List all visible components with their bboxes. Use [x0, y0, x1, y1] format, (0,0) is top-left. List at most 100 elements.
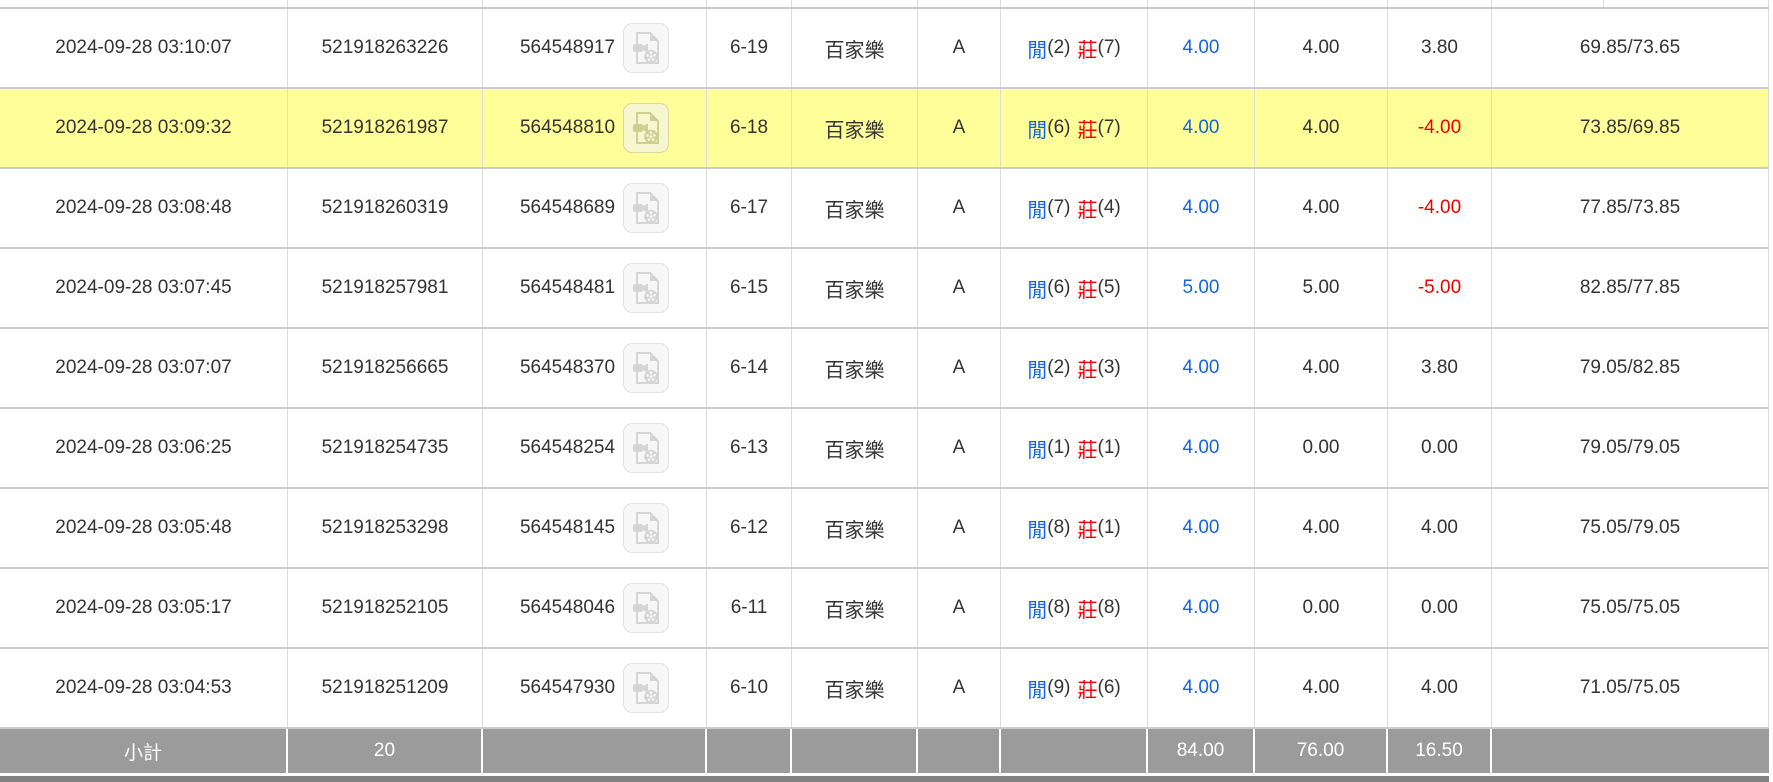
banker-score: (1)	[1097, 517, 1121, 538]
round-id: 564548689	[519, 197, 616, 218]
partial-cell-divider	[1603, 0, 1604, 7]
bet-time-cell: 2024-09-28 03:04:53	[0, 649, 288, 727]
bet-id-cell: 521918251209	[288, 649, 483, 727]
balance-cell: 77.85/73.85	[1492, 169, 1769, 247]
shoe-round-cell: 6-13	[707, 409, 792, 487]
round-id: 564548046	[519, 597, 616, 618]
result-cell: 閒 (2) 莊 (7)	[1001, 9, 1148, 87]
table-row[interactable]: 2024-09-28 03:08:48 521918260319 5645486…	[0, 169, 1769, 249]
win-loss-cell: -5.00	[1388, 249, 1492, 327]
result-cell: 閒 (1) 莊 (1)	[1001, 409, 1148, 487]
video-replay-button[interactable]	[623, 423, 670, 473]
valid-bet-cell: 0.00	[1255, 569, 1388, 647]
win-loss-cell: 3.80	[1388, 329, 1492, 407]
round-id-cell: 564548254	[483, 409, 707, 487]
round-id: 564548810	[519, 117, 616, 138]
round-id-cell: 564548810	[483, 89, 707, 167]
bet-id-cell: 521918260319	[288, 169, 483, 247]
player-result-label: 閒	[1027, 599, 1048, 622]
bet-amount-cell: 4.00	[1148, 169, 1255, 247]
video-record-icon	[633, 112, 660, 144]
result-cell: 閒 (6) 莊 (5)	[1001, 249, 1148, 327]
valid-bet-cell: 4.00	[1255, 89, 1388, 167]
game-type-cell: 百家樂	[792, 9, 918, 87]
video-replay-button[interactable]	[623, 583, 670, 633]
win-loss-cell: 4.00	[1388, 489, 1492, 567]
table-row[interactable]: 2024-09-28 03:04:53 521918251209 5645479…	[0, 649, 1769, 729]
player-score: (2)	[1047, 37, 1071, 58]
subtotal-bet-amount: 84.00	[1148, 729, 1255, 773]
video-replay-button[interactable]	[623, 263, 670, 313]
subtotal-label: 小計	[0, 729, 288, 773]
table-row[interactable]: 2024-09-28 03:09:32 521918261987 5645488…	[0, 89, 1769, 169]
valid-bet-cell: 0.00	[1255, 409, 1388, 487]
player-result-label: 閒	[1027, 199, 1048, 222]
table-name-cell: A	[918, 649, 1001, 727]
balance-cell: 73.85/69.85	[1492, 89, 1769, 167]
partial-cell	[1388, 0, 1492, 7]
win-loss-cell: 0.00	[1388, 569, 1492, 647]
video-replay-button[interactable]	[623, 343, 670, 393]
game-type-cell: 百家樂	[792, 169, 918, 247]
video-replay-button[interactable]	[623, 23, 670, 73]
subtotal-empty-cell	[483, 729, 707, 773]
game-type-cell: 百家樂	[792, 249, 918, 327]
table-name-cell: A	[918, 169, 1001, 247]
round-id: 564548254	[519, 437, 616, 458]
partial-cell	[792, 0, 918, 7]
partial-cell	[1492, 0, 1769, 7]
banker-score: (3)	[1097, 357, 1121, 378]
round-id-cell: 564548370	[483, 329, 707, 407]
partial-cell	[1001, 0, 1148, 7]
banker-result-label: 莊	[1077, 199, 1098, 222]
shoe-round-cell: 6-15	[707, 249, 792, 327]
balance-cell: 75.05/75.05	[1492, 569, 1769, 647]
video-record-icon	[633, 512, 660, 544]
bet-id-cell: 521918254735	[288, 409, 483, 487]
result-cell: 閒 (6) 莊 (7)	[1001, 89, 1148, 167]
table-row[interactable]: 2024-09-28 03:05:17 521918252105 5645480…	[0, 569, 1769, 649]
subtotal-empty-cell	[1492, 729, 1769, 773]
result-cell: 閒 (7) 莊 (4)	[1001, 169, 1148, 247]
table-row[interactable]: 2024-09-28 03:07:07 521918256665 5645483…	[0, 329, 1769, 409]
win-loss-cell: 0.00	[1388, 409, 1492, 487]
video-record-icon	[633, 352, 660, 384]
video-record-icon	[633, 272, 660, 304]
banker-result-label: 莊	[1077, 519, 1098, 542]
balance-cell: 82.85/77.85	[1492, 249, 1769, 327]
banker-result-label: 莊	[1077, 439, 1098, 462]
player-score: (7)	[1047, 197, 1071, 218]
video-replay-button[interactable]	[623, 183, 670, 233]
bet-amount-cell: 4.00	[1148, 329, 1255, 407]
partial-cell	[483, 0, 707, 7]
banker-result-label: 莊	[1077, 279, 1098, 302]
balance-cell: 75.05/79.05	[1492, 489, 1769, 567]
video-record-icon	[633, 32, 660, 64]
player-score: (6)	[1047, 277, 1071, 298]
banker-score: (1)	[1097, 437, 1121, 458]
video-replay-button[interactable]	[623, 503, 670, 553]
round-id: 564548370	[519, 357, 616, 378]
table-row[interactable]: 2024-09-28 03:06:25 521918254735 5645482…	[0, 409, 1769, 489]
table-row[interactable]: 2024-09-28 03:05:48 521918253298 5645481…	[0, 489, 1769, 569]
player-score: (6)	[1047, 117, 1071, 138]
player-result-label: 閒	[1027, 39, 1048, 62]
round-id-cell: 564548689	[483, 169, 707, 247]
video-replay-button[interactable]	[623, 103, 670, 153]
table-row[interactable]: 2024-09-28 03:07:45 521918257981 5645484…	[0, 249, 1769, 329]
banker-score: (5)	[1097, 277, 1121, 298]
bet-amount-cell: 4.00	[1148, 409, 1255, 487]
banker-result-label: 莊	[1077, 119, 1098, 142]
shoe-round-cell: 6-19	[707, 9, 792, 87]
table-body: 2024-09-28 03:10:07 521918263226 5645489…	[0, 9, 1773, 729]
video-replay-button[interactable]	[623, 663, 670, 713]
partial-previous-row	[0, 0, 1769, 9]
bet-time-cell: 2024-09-28 03:07:07	[0, 329, 288, 407]
shoe-round-cell: 6-11	[707, 569, 792, 647]
shoe-round-cell: 6-14	[707, 329, 792, 407]
table-row[interactable]: 2024-09-28 03:10:07 521918263226 5645489…	[0, 9, 1769, 89]
bet-id-cell: 521918257981	[288, 249, 483, 327]
partial-cell	[1148, 0, 1255, 7]
bet-id-cell: 521918253298	[288, 489, 483, 567]
win-loss-cell: 4.00	[1388, 649, 1492, 727]
